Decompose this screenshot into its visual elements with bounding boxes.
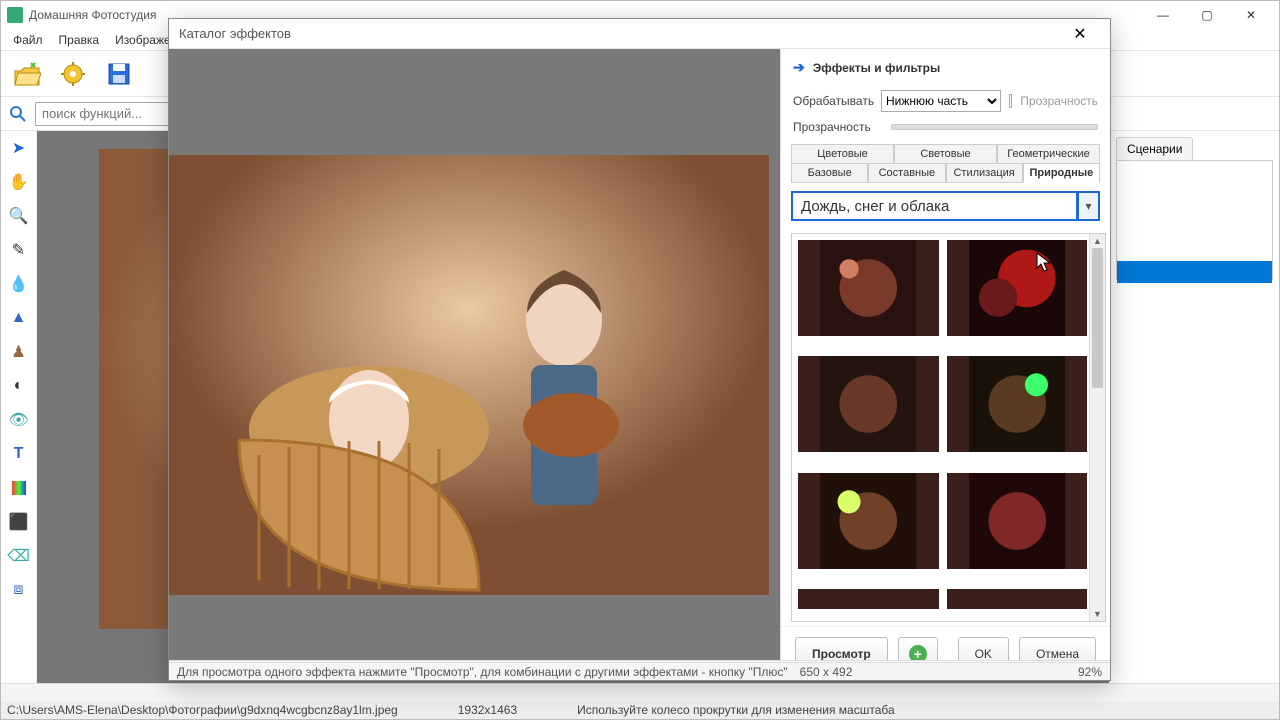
app-title: Домашняя Фотостудия: [29, 8, 156, 22]
section-title: Эффекты и фильтры: [813, 61, 941, 75]
close-button[interactable]: ✕: [1229, 1, 1273, 29]
bucket-tool[interactable]: ⬛: [6, 509, 32, 535]
dialog-preview-area: [169, 49, 780, 680]
dialog-size: 650 x 492: [800, 665, 853, 679]
dialog-sidebar: ➔ Эффекты и фильтры Обрабатывать Нижнюю …: [780, 49, 1110, 680]
effect-thumb[interactable]: [947, 356, 1088, 452]
right-panel: Сценарии: [1109, 131, 1279, 683]
tab-scenarios[interactable]: Сценарии: [1116, 137, 1193, 161]
hand-tool[interactable]: ✋: [6, 169, 32, 195]
gradient-tool[interactable]: [6, 475, 32, 501]
effect-thumb[interactable]: [798, 356, 939, 452]
menu-file[interactable]: Файл: [5, 31, 51, 49]
save-button[interactable]: [99, 55, 139, 93]
maximize-button[interactable]: ▢: [1185, 1, 1229, 29]
gear-icon: [60, 61, 86, 87]
thumbnails-panel: ▲ ▼: [791, 233, 1106, 622]
dialog-footer-status: Для просмотра одного эффекта нажмите "Пр…: [169, 662, 1110, 680]
app-icon: [7, 7, 23, 23]
scroll-down-icon[interactable]: ▼: [1090, 607, 1105, 621]
section-header: ➔ Эффекты и фильтры: [781, 49, 1110, 86]
dialog-title: Каталог эффектов: [179, 26, 291, 41]
transparency-label: Прозрачность: [1020, 94, 1098, 108]
scenario-selected-row[interactable]: [1117, 261, 1272, 283]
effect-thumb[interactable]: [947, 589, 1088, 609]
transparency-checkbox[interactable]: [1009, 94, 1012, 108]
blur-tool[interactable]: 💧: [6, 271, 32, 297]
pointer-tool[interactable]: ➤: [6, 135, 32, 161]
dialog-close-button[interactable]: ✕: [1060, 19, 1100, 49]
floppy-icon: [106, 61, 132, 87]
open-button[interactable]: [7, 55, 47, 93]
dialog-titlebar: Каталог эффектов ✕: [169, 19, 1110, 49]
status-hint: Используйте колесо прокрутки для изменен…: [577, 703, 895, 717]
opacity-label: Прозрачность: [793, 120, 873, 134]
category-tabs: Цветовые Световые Геометрические Базовые…: [791, 144, 1100, 183]
scroll-thumb[interactable]: [1092, 248, 1103, 388]
minimize-button[interactable]: —: [1141, 1, 1185, 29]
scenario-list[interactable]: [1116, 160, 1273, 280]
tab-color[interactable]: Цветовые: [791, 144, 894, 164]
search-icon: [7, 103, 29, 125]
contrast-tool[interactable]: ◐: [6, 373, 32, 399]
effects-button[interactable]: [53, 55, 93, 93]
eraser-tool[interactable]: ⌫: [6, 543, 32, 569]
opacity-row: Прозрачность: [781, 116, 1110, 138]
zoom-tool[interactable]: 🔍: [6, 203, 32, 229]
left-toolbar: ➤ ✋ 🔍 ✎ 💧 ▲ ♟ ◐ 👁 T ⬛ ⌫ ⧈: [1, 131, 37, 683]
status-dimensions: 1932x1463: [458, 703, 517, 717]
brush-tool[interactable]: ✎: [6, 237, 32, 263]
filter-group-select[interactable]: Дождь, снег и облака ▾: [791, 191, 1100, 221]
effect-thumb[interactable]: [947, 473, 1088, 569]
crop-tool[interactable]: ⧈: [6, 577, 32, 603]
scroll-up-icon[interactable]: ▲: [1090, 234, 1105, 248]
stamp-tool[interactable]: ♟: [6, 339, 32, 365]
effect-thumb[interactable]: [798, 240, 939, 336]
folder-open-icon: [13, 61, 41, 87]
dialog-statusbar-outer: [1, 683, 1279, 701]
opacity-slider[interactable]: [891, 124, 1098, 130]
effect-thumb[interactable]: [798, 473, 939, 569]
tab-stylize[interactable]: Стилизация: [946, 163, 1023, 183]
tab-composite[interactable]: Составные: [868, 163, 945, 183]
statusbar: C:\Users\AMS-Elena\Desktop\Фотографии\g9…: [1, 701, 1279, 719]
preview-image: [169, 155, 769, 595]
watermark-tool[interactable]: 👁: [6, 407, 32, 433]
tab-nature[interactable]: Природные: [1023, 163, 1100, 183]
filter-group-value: Дождь, снег и облака: [791, 191, 1078, 221]
tab-geometric[interactable]: Геометрические: [997, 144, 1100, 164]
arrow-icon: ➔: [793, 59, 805, 76]
thumb-scrollbar[interactable]: ▲ ▼: [1089, 234, 1105, 621]
effects-dialog: Каталог эффектов ✕ ➔: [168, 18, 1111, 681]
dialog-hint: Для просмотра одного эффекта нажмите "Пр…: [177, 665, 788, 679]
chevron-down-icon[interactable]: ▾: [1078, 191, 1100, 221]
effect-thumb[interactable]: [947, 240, 1088, 336]
sharpen-tool[interactable]: ▲: [6, 305, 32, 331]
dialog-zoom: 92%: [1078, 665, 1102, 679]
effect-thumb[interactable]: [798, 589, 939, 609]
process-label: Обрабатывать: [793, 94, 873, 108]
text-tool[interactable]: T: [6, 441, 32, 467]
process-select[interactable]: Нижнюю часть: [881, 90, 1001, 112]
process-row: Обрабатывать Нижнюю часть Прозрачность: [781, 86, 1110, 116]
status-path: C:\Users\AMS-Elena\Desktop\Фотографии\g9…: [7, 703, 398, 717]
tab-basic[interactable]: Базовые: [791, 163, 868, 183]
menu-edit[interactable]: Правка: [51, 31, 108, 49]
tab-light[interactable]: Световые: [894, 144, 997, 164]
